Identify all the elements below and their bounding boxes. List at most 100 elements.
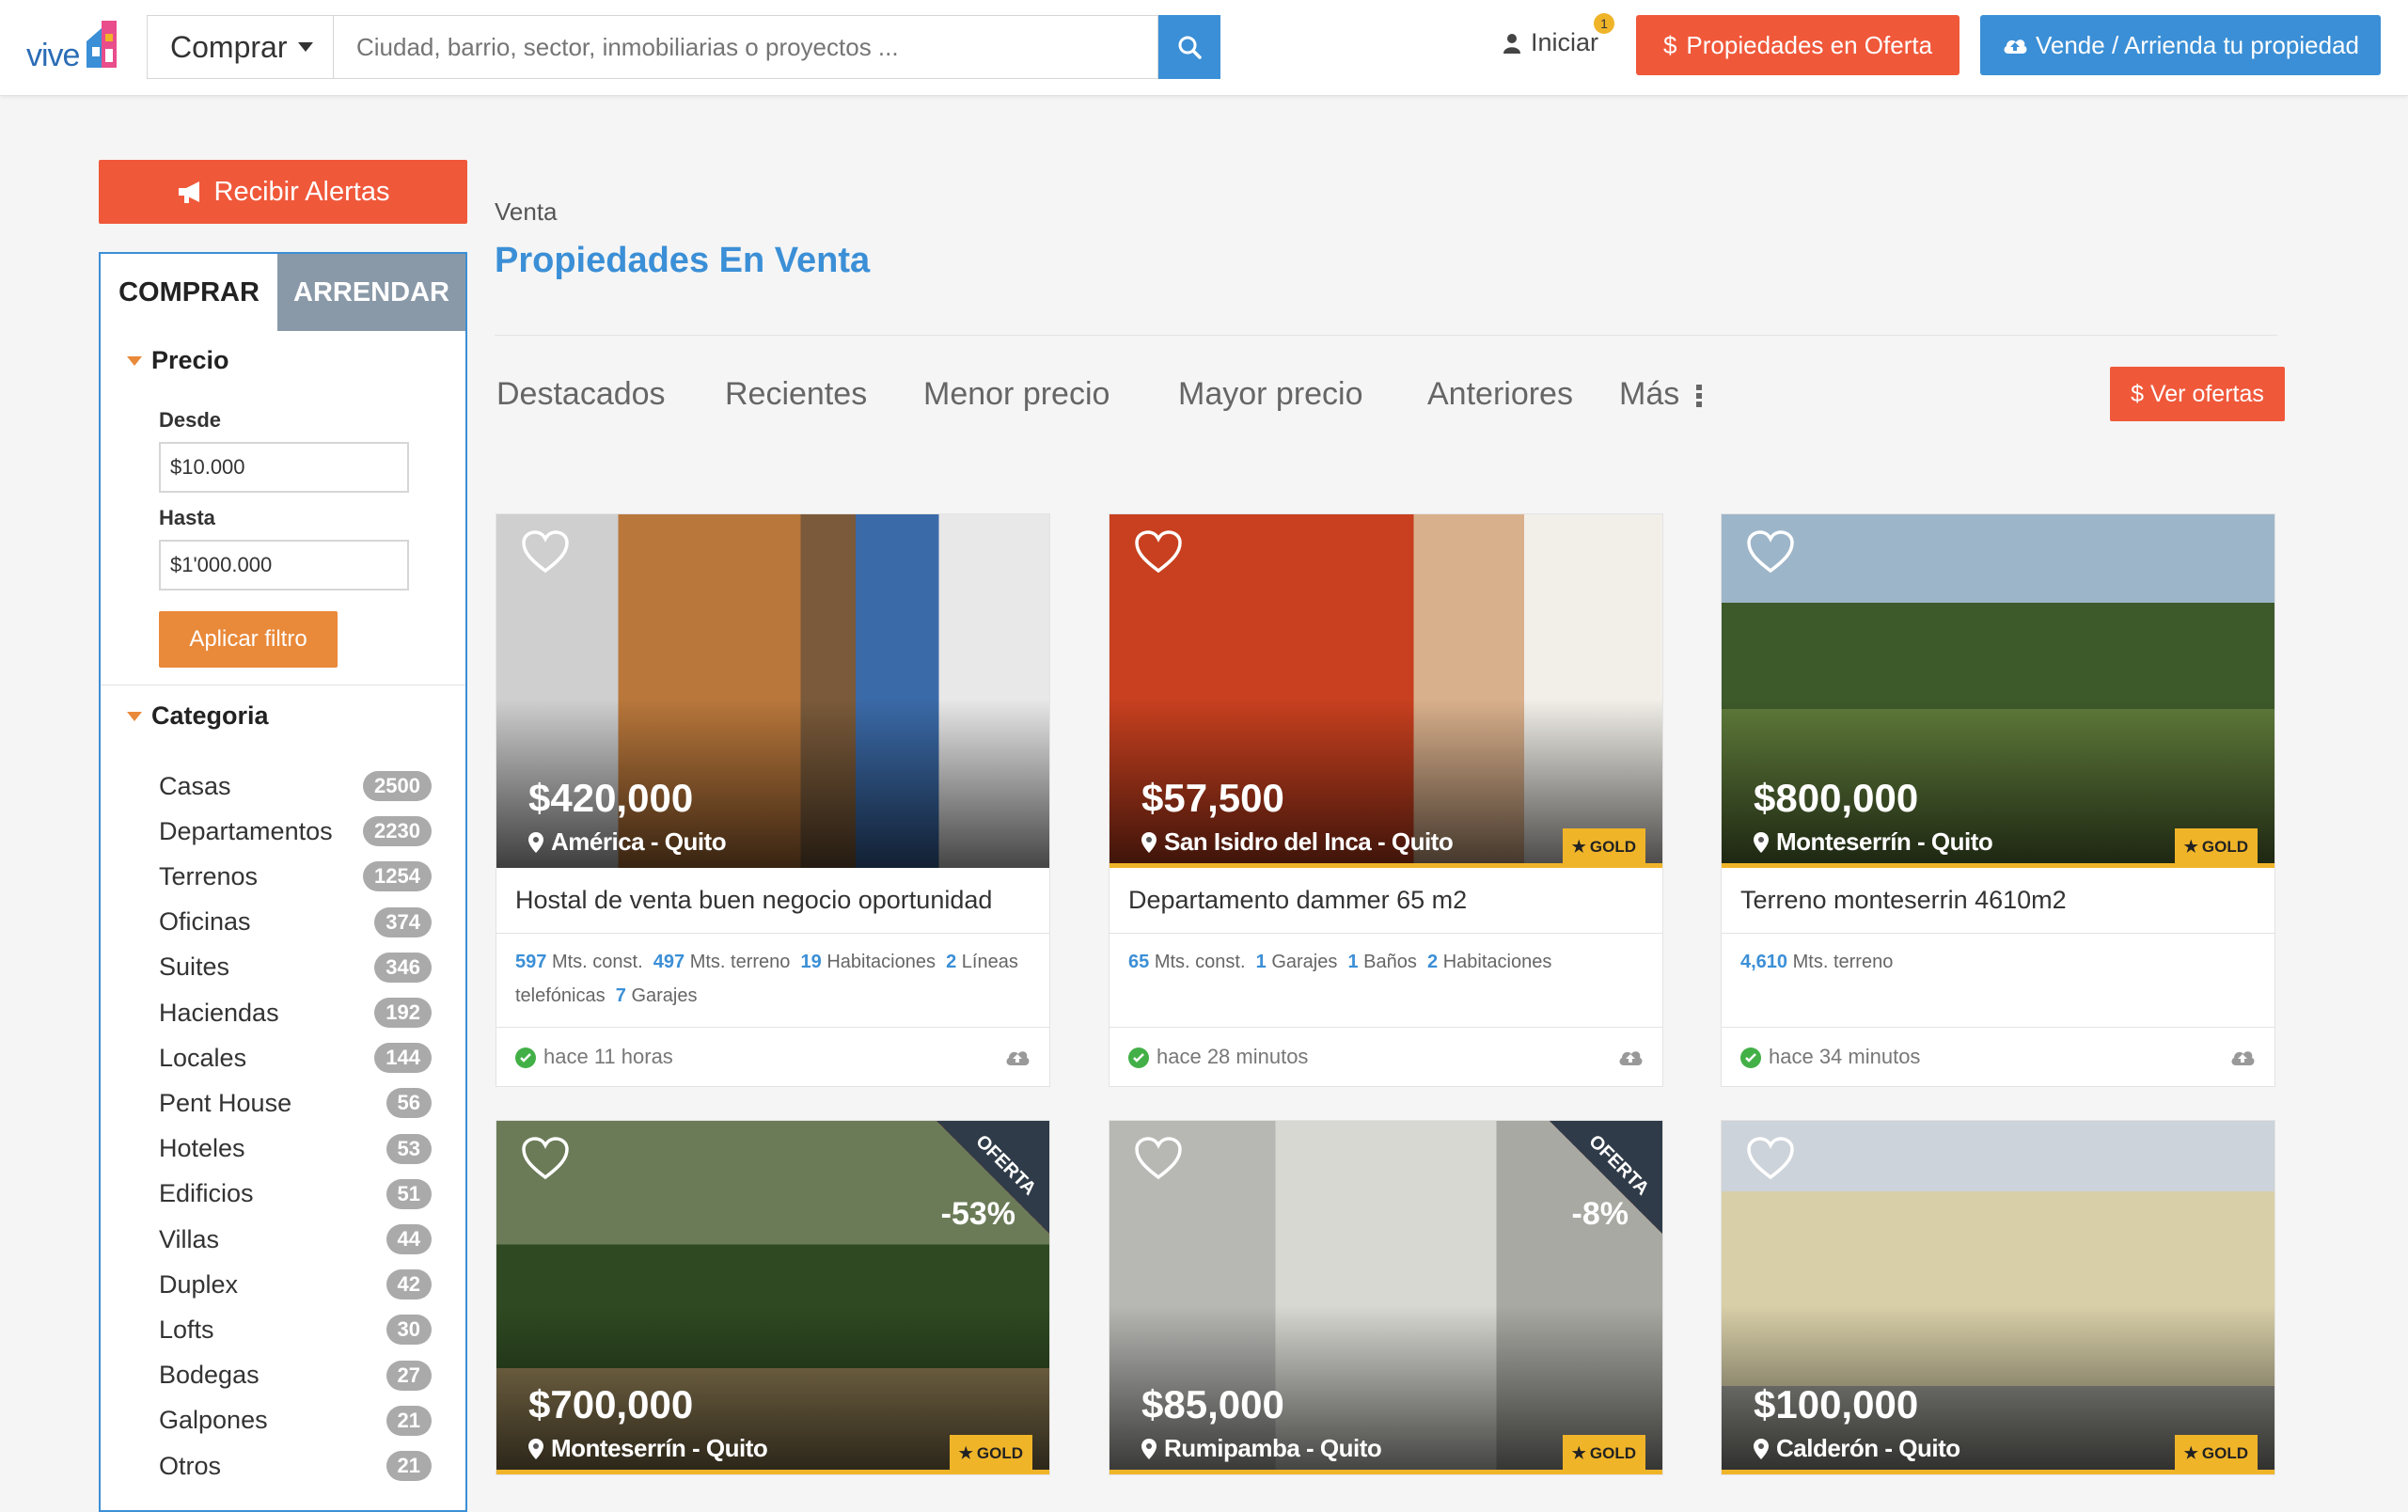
feature-value: 65 [1128,952,1150,972]
category-count-badge: 21 [386,1405,432,1436]
cloud-upload-icon[interactable] [1004,1047,1031,1067]
category-name: Pent House [159,1088,292,1117]
category-item[interactable]: Suites 346 [159,949,432,986]
search-input[interactable] [333,15,1158,79]
feature-value: 1 [1255,952,1267,972]
category-item[interactable]: Lofts 30 [159,1311,432,1348]
category-item[interactable]: Oficinas 374 [159,904,432,941]
category-name: Otros [159,1451,222,1480]
sort-recientes[interactable]: Recientes [725,376,867,413]
property-card[interactable]: OFERTA -8% $85,000 Rumipamba - Quito ★ GOLD [1109,1120,1663,1475]
cloud-upload-icon[interactable] [2229,1047,2256,1067]
star-icon: ★ [2183,838,2198,856]
category-item[interactable]: Haciendas 192 [159,994,432,1032]
discount-percent: -53% [940,1196,1015,1232]
breadcrumb[interactable]: Venta [495,197,558,227]
heart-icon[interactable] [521,529,570,575]
category-item[interactable]: Otros 21 [159,1447,432,1485]
star-icon: ★ [2183,1444,2198,1462]
price-section-toggle[interactable]: Precio [127,346,229,375]
heart-icon[interactable] [1746,1136,1795,1181]
gold-badge-label: GOLD [2201,1444,2248,1462]
category-item[interactable]: Terrenos 1254 [159,858,432,895]
category-section-toggle[interactable]: Categoria [127,701,269,731]
property-card[interactable]: $100,000 Calderón - Quito ★ GOLD [1721,1120,2275,1475]
feature-label: Mts. const. [1154,952,1246,972]
property-features: 597 Mts. const. 497 Mts. terreno 19 Habi… [496,934,1049,1028]
property-price: $420,000 [528,776,694,820]
property-title[interactable]: Terreno monteserrin 4610m2 [1722,868,2274,934]
heart-icon[interactable] [1134,1136,1183,1181]
site-logo[interactable]: vive [26,21,120,77]
cloud-upload-icon[interactable] [1617,1047,1644,1067]
property-photo[interactable]: OFERTA -8% $85,000 Rumipamba - Quito ★ GOLD [1110,1121,1662,1474]
property-title[interactable]: Departamento dammer 65 m2 [1110,868,1662,934]
sort-anteriores[interactable]: Anteriores [1427,376,1573,413]
tab-arrendar[interactable]: ARRENDAR [277,254,465,331]
property-card[interactable]: $800,000 Monteserrín - Quito ★ GOLD Terreno … [1721,513,2275,1087]
check-circle-icon [1740,1047,1761,1069]
sort-mayor-precio[interactable]: Mayor precio [1178,376,1363,413]
property-title[interactable]: Hostal de venta buen negocio oportunidad [496,868,1049,934]
category-name: Hoteles [159,1134,245,1163]
property-card[interactable]: OFERTA -53% $700,000 Monteserrín - Quito ★ GO… [496,1120,1050,1475]
search-button[interactable] [1158,15,1220,79]
tab-comprar[interactable]: COMPRAR [101,254,277,331]
feature-label: Habitaciones [1442,952,1552,972]
map-pin-icon [1754,1438,1769,1459]
price-from-input[interactable] [159,442,409,493]
gold-badge-label: GOLD [1589,1444,1636,1462]
property-location-text: América - Quito [551,827,727,856]
category-count-badge: 56 [386,1088,432,1119]
feature-value: 19 [800,952,822,972]
category-item[interactable]: Galpones 21 [159,1402,432,1440]
receive-alerts-button[interactable]: Recibir Alertas [99,160,467,224]
mode-dropdown[interactable]: Comprar [147,15,333,79]
caret-down-icon [127,711,142,721]
sort-more[interactable]: Más [1619,376,1702,413]
property-location-text: Calderón - Quito [1776,1434,1960,1462]
category-name: Locales [159,1043,247,1072]
category-item[interactable]: Edificios 51 [159,1175,432,1213]
category-item[interactable]: Villas 44 [159,1221,432,1258]
property-photo[interactable]: $57,500 San Isidro del Inca - Quito ★ GOLD [1110,514,1662,868]
category-name: Bodegas [159,1361,260,1390]
sell-button[interactable]: Vende / Arrienda tu propiedad [1980,15,2381,75]
price-to-input[interactable] [159,540,409,591]
category-item[interactable]: Departamentos 2230 [159,812,432,850]
login-label: Iniciar [1531,28,1599,56]
gold-badge: ★ GOLD [2174,1435,2258,1473]
property-photo[interactable]: $420,000 América - Quito [496,514,1049,868]
view-offers-button[interactable]: $ Ver ofertas [2110,367,2285,421]
heart-icon[interactable] [521,1136,570,1181]
gold-badge-label: GOLD [1589,838,1636,856]
offers-button[interactable]: $ Propiedades en Oferta [1636,15,1959,75]
category-item[interactable]: Locales 144 [159,1039,432,1077]
property-card[interactable]: $57,500 San Isidro del Inca - Quito ★ GOLD D… [1109,513,1663,1087]
logo-text: vive [26,38,80,73]
sort-destacados[interactable]: Destacados [496,376,666,413]
property-features: 65 Mts. const. 1 Garajes 1 Baños 2 Habit… [1110,934,1662,1028]
feature-label: Garajes [1271,952,1338,972]
heart-icon[interactable] [1746,529,1795,575]
category-item[interactable]: Pent House 56 [159,1084,432,1122]
apply-filter-button[interactable]: Aplicar filtro [159,611,338,668]
feature-value: 4,610 [1740,952,1788,972]
map-pin-icon [1141,1438,1157,1459]
login-link[interactable]: Iniciar [1503,28,1598,57]
property-photo[interactable]: $800,000 Monteserrín - Quito ★ GOLD [1722,514,2274,868]
property-card[interactable]: $420,000 América - Quito Hostal de venta b… [496,513,1050,1087]
sort-menor-precio[interactable]: Menor precio [923,376,1110,413]
category-count-badge: 144 [374,1043,432,1074]
category-count-badge: 21 [386,1451,432,1481]
property-photo[interactable]: OFERTA -53% $700,000 Monteserrín - Quito ★ GO… [496,1121,1049,1474]
property-photo[interactable]: $100,000 Calderón - Quito ★ GOLD [1722,1121,2274,1474]
heart-icon[interactable] [1134,529,1183,575]
category-count-badge: 27 [386,1360,432,1391]
category-section-title: Categoria [151,701,269,730]
category-item[interactable]: Hoteles 53 [159,1130,432,1168]
category-item[interactable]: Duplex 42 [159,1266,432,1303]
category-item[interactable]: Bodegas 27 [159,1357,432,1394]
category-item[interactable]: Casas 2500 [159,767,432,805]
star-icon: ★ [1571,838,1586,856]
